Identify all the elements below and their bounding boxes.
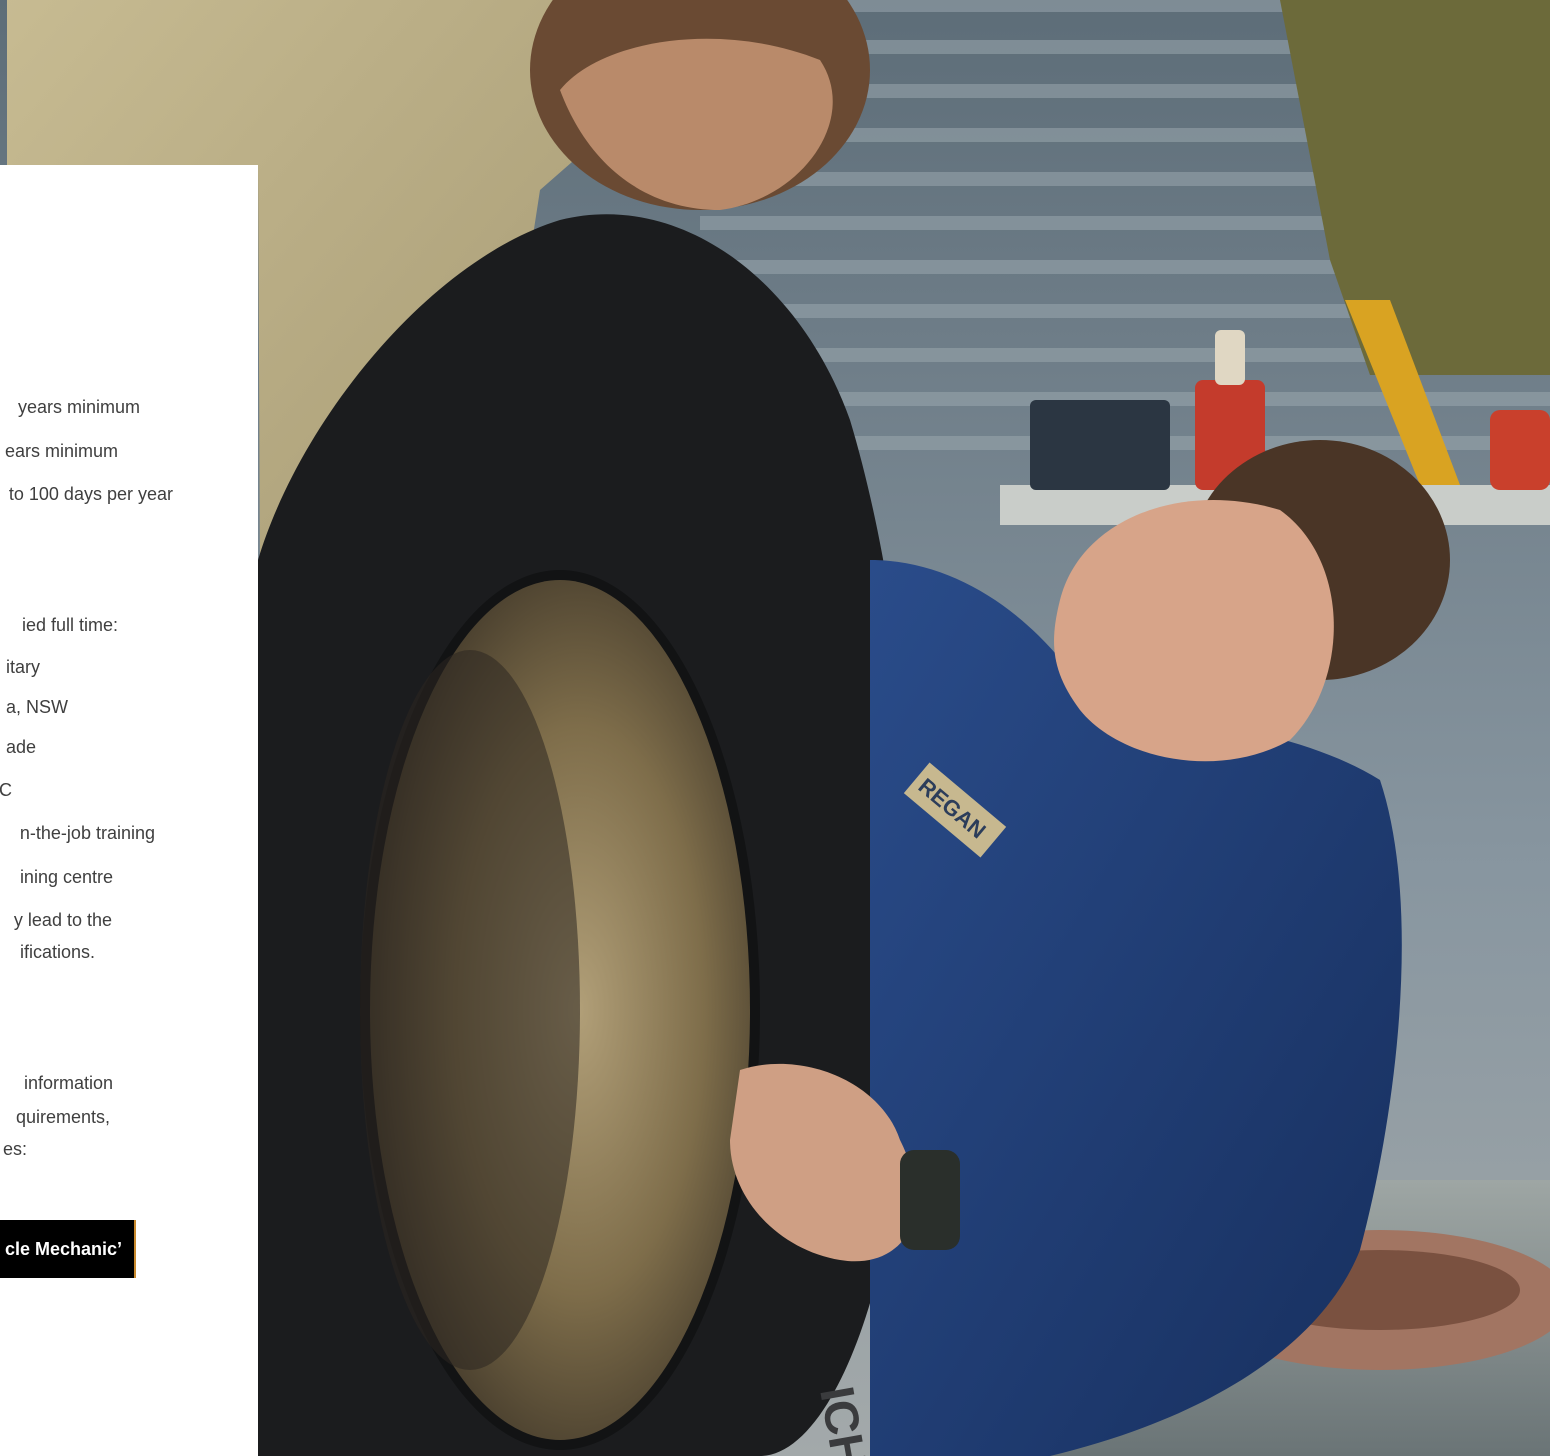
tyre: ICH bbox=[258, 214, 914, 1456]
vehicle-mechanic-button[interactable]: cle Mechanic’ bbox=[0, 1220, 136, 1278]
role-line-lead: y lead to the bbox=[13, 910, 112, 930]
service-line-reserve: to 100 days per year bbox=[8, 484, 173, 504]
role-line-employed: ied full time: bbox=[21, 615, 118, 635]
role-line-c: C bbox=[0, 780, 12, 800]
service-line-part-time: ears minimum bbox=[4, 441, 118, 461]
role-line-location: a, NSW bbox=[5, 697, 68, 717]
service-line-full-time: years minimum bbox=[17, 397, 140, 417]
info-line-information: information bbox=[23, 1073, 113, 1093]
info-line-es: es: bbox=[2, 1139, 27, 1159]
role-line-training: n-the-job training bbox=[19, 823, 155, 843]
info-card: years minimum ears minimum to 100 days p… bbox=[0, 165, 258, 1456]
info-line-requirements: quirements, bbox=[15, 1107, 110, 1127]
role-line-qualifications: ifications. bbox=[19, 942, 95, 962]
role-line-trade: ade bbox=[5, 737, 36, 757]
role-line-centre: ining centre bbox=[19, 867, 113, 887]
role-line-military: itary bbox=[5, 657, 40, 677]
